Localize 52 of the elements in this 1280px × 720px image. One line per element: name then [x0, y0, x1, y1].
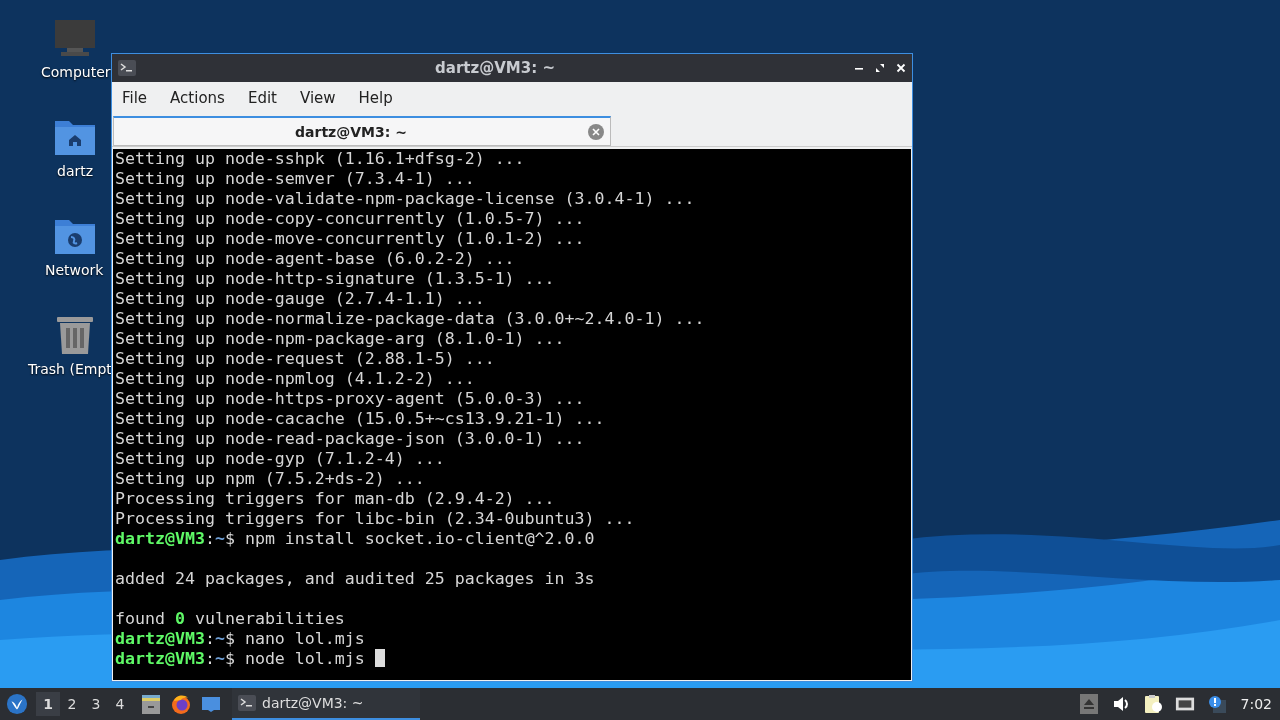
close-icon[interactable] [896, 63, 906, 73]
clipboard-icon[interactable] [1142, 694, 1163, 714]
menu-item[interactable]: View [299, 89, 346, 107]
terminal-line: Setting up node-normalize-package-data (3.0.0+~2.4.0-1) ... [115, 309, 706, 329]
terminal-line: Setting up node-http-signature (1.3.5-1) ... [115, 269, 556, 289]
terminal-icon [118, 60, 136, 76]
terminal-line: Setting up node-move-concurrently (1.0.1-2) ... [115, 229, 586, 249]
terminal-line: Setting up node-gyp (7.1.2-4) ... [115, 449, 446, 469]
desktop-icon-label[interactable]: Network [45, 262, 104, 278]
terminal-line: Setting up node-cacache (15.0.5+~cs13.9.21-1) ... [115, 409, 606, 429]
terminal-line: Setting up node-https-proxy-agent (5.0.0-3) ... [115, 389, 586, 409]
eject-icon[interactable] [1078, 694, 1099, 714]
browser-icon[interactable] [170, 693, 192, 715]
menu-item[interactable]: Actions [170, 89, 235, 107]
notification-icon[interactable] [1206, 694, 1227, 714]
terminal-line: Setting up npm (7.5.2+ds-2) ... [115, 469, 426, 489]
terminal-line: Setting up node-request (2.88.1-5) ... [115, 349, 496, 369]
terminal-line: Processing triggers for libc-bin (2.34-0ubuntu3) ... [115, 509, 636, 529]
terminal-line: found 0 vulnerabilities [115, 609, 346, 629]
terminal-prompt-line: dartz@VM3:~$ nano lol.mjs [115, 629, 366, 649]
menu-item[interactable]: File [122, 89, 158, 107]
maximize-icon[interactable] [875, 63, 885, 73]
terminal-line: Setting up node-copy-concurrently (1.0.5-7) ... [115, 209, 586, 229]
terminal-line: Setting up node-sshpk (1.16.1+dfsg-2) ... [115, 149, 526, 169]
file-cabinet-icon[interactable] [140, 693, 162, 715]
terminal-line: Processing triggers for man-db (2.9.4-2) ... [115, 489, 556, 509]
menu-item[interactable]: Help [358, 89, 403, 107]
desktop-icon-label[interactable]: Computer [41, 64, 111, 80]
terminal-line: Setting up node-read-package-json (3.0.0-1) ... [115, 429, 586, 449]
taskbar-window-button[interactable]: dartz@VM3: ~ [232, 688, 420, 720]
terminal-line: Setting up node-agent-base (6.0.2-2) ... [115, 249, 516, 269]
window-title: dartz@VM3: ~ [434, 59, 556, 77]
terminal-line: added 24 packages, and audited 25 packages in 3s [115, 569, 596, 589]
desktop-icon-label[interactable]: Trash (Empt [28, 361, 112, 377]
terminal-prompt-line: dartz@VM3:~$ npm install socket.io-client@^2.0.0 [115, 529, 596, 549]
terminal-line: Setting up node-npm-package-arg (8.1.0-1) ... [115, 329, 566, 349]
terminal-output[interactable] [113, 149, 911, 680]
workspace-button[interactable]: 3 [84, 692, 108, 716]
workspace-button[interactable]: 1 [36, 692, 60, 716]
workspace-button[interactable]: 2 [60, 692, 84, 716]
desktop-icon-label[interactable]: dartz [57, 163, 94, 179]
terminal-line: Setting up node-npmlog (4.1.2-2) ... [115, 369, 476, 389]
clock[interactable]: 7:02 [1240, 696, 1272, 712]
terminal-line: Setting up node-validate-npm-package-license (3.0.4-1) ... [115, 189, 696, 209]
close-tab-icon[interactable] [588, 123, 604, 140]
terminal-icon [238, 695, 256, 711]
terminal-line: Setting up node-gauge (2.7.4-1.1) ... [115, 289, 486, 309]
terminal-tab[interactable]: dartz@VM3: ~ [113, 116, 611, 146]
menu-item[interactable]: Edit [247, 89, 287, 107]
terminal-line: Setting up node-semver (7.3.4-1) ... [115, 169, 476, 189]
workspace-button[interactable]: 4 [108, 692, 132, 716]
terminal-prompt-line: dartz@VM3:~$ node lol.mjs [115, 649, 909, 669]
